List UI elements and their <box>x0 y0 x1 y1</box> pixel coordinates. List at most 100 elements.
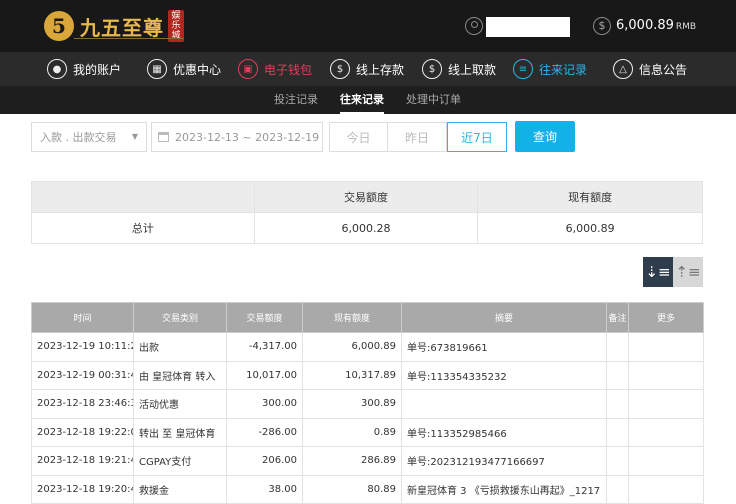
cell-amount: 10,017.00 <box>226 360 303 390</box>
cell-type: 救援金 <box>133 474 227 504</box>
col-remark[interactable]: 备注 <box>606 302 629 333</box>
header-balance: 6,000.89 RMB <box>616 18 696 33</box>
nav-label: 线上存款 <box>356 62 405 77</box>
nav-promotions[interactable]: ▦ 优惠中心 <box>147 52 221 86</box>
col-more[interactable]: 更多 <box>628 302 704 333</box>
cell-summary: 单号:113354335232 <box>401 360 607 390</box>
nav-deposit[interactable]: $ 线上存款 <box>330 52 404 86</box>
balance-value: 6,000.89 <box>616 18 674 33</box>
cell-remark <box>606 389 629 419</box>
cell-time: 2023-12-19 10:11:29 <box>31 332 134 362</box>
cell-more <box>628 474 704 504</box>
balance-currency: RMB <box>675 22 697 32</box>
records-table: 时间 交易类别 交易额度 现有额度 摘要 备注 更多 2023-12-19 10… <box>31 302 704 504</box>
sort-asc-icon[interactable]: ⇡≡ <box>673 257 703 287</box>
table-row: 2023-12-18 19:22:09 转出 至 皇冠体育 -286.00 0.… <box>31 417 704 447</box>
cell-summary <box>401 389 607 419</box>
cell-type: 转出 至 皇冠体育 <box>133 417 227 447</box>
records-header-row: 时间 交易类别 交易额度 现有额度 摘要 备注 更多 <box>31 302 704 333</box>
today-button[interactable]: 今日 <box>329 122 388 152</box>
cell-amount: -4,317.00 <box>226 332 303 362</box>
table-row: 2023-12-18 23:46:31 活动优惠 300.00 300.89 <box>31 389 704 419</box>
summary-header-balance: 现有额度 <box>477 181 703 213</box>
cell-balance: 300.89 <box>302 389 402 419</box>
cell-more <box>628 389 704 419</box>
nav-announcements[interactable]: △ 信息公告 <box>613 52 687 86</box>
col-amount[interactable]: 交易额度 <box>226 302 303 333</box>
cell-balance: 80.89 <box>302 474 402 504</box>
table-row: 2023-12-18 19:20:42 救援金 38.00 80.89 新皇冠体… <box>31 474 704 504</box>
cell-balance: 10,317.89 <box>302 360 402 390</box>
cell-amount: -286.00 <box>226 417 303 447</box>
cell-remark <box>606 474 629 504</box>
tab-transaction-records[interactable]: 往来记录 <box>340 86 384 114</box>
calendar-icon <box>158 132 169 142</box>
summary-total-label: 总计 <box>31 212 255 244</box>
col-type[interactable]: 交易类别 <box>133 302 227 333</box>
nav-label: 往来记录 <box>539 62 588 77</box>
username-redacted <box>486 17 570 37</box>
table-row: 2023-12-19 10:11:29 出款 -4,317.00 6,000.8… <box>31 332 704 362</box>
date-range-input[interactable]: 2023-12-13 ~ 2023-12-19 <box>151 122 323 152</box>
cell-balance: 0.89 <box>302 417 402 447</box>
cell-balance: 6,000.89 <box>302 332 402 362</box>
transaction-type-select[interactable]: 入款 . 出款交易 ▼ <box>31 122 147 152</box>
cell-time: 2023-12-18 19:21:49 <box>31 446 134 476</box>
sub-nav: 投注记录 往来记录 处理中订单 <box>0 86 736 114</box>
cell-amount: 38.00 <box>226 474 303 504</box>
logo-mark: 5 <box>44 11 74 41</box>
transaction-type-value: 入款 . 出款交易 <box>40 131 117 144</box>
withdraw-icon: $ <box>422 59 442 79</box>
cell-balance: 286.89 <box>302 446 402 476</box>
tab-bet-records[interactable]: 投注记录 <box>274 86 318 114</box>
coin-icon: $ <box>593 17 611 35</box>
deposit-icon: $ <box>330 59 350 79</box>
chevron-down-icon: ▼ <box>131 132 138 141</box>
cell-remark <box>606 446 629 476</box>
nav-label: 线上取款 <box>448 62 497 77</box>
cell-summary: 新皇冠体育 3 《亏损救援东山再起》_1217 <box>401 474 607 504</box>
cell-summary: 单号:673819661 <box>401 332 607 362</box>
yesterday-button[interactable]: 昨日 <box>388 122 447 152</box>
cell-more <box>628 446 704 476</box>
cell-more <box>628 417 704 447</box>
main-nav: ● 我的账户 ▦ 优惠中心 ▣ 电子钱包 $ 线上存款 $ 线上取款 ≡ 往来记录 △ 信息公… <box>0 52 736 86</box>
logo-ornament <box>74 38 184 44</box>
nav-label: 电子钱包 <box>264 62 313 77</box>
summary-total-balance: 6,000.89 <box>477 212 703 244</box>
cell-type: 由 皇冠体育 转入 <box>133 360 227 390</box>
tab-pending-orders[interactable]: 处理中订单 <box>406 86 461 114</box>
cell-type: CGPAY支付 <box>133 446 227 476</box>
cell-remark <box>606 332 629 362</box>
table-row: 2023-12-18 19:21:49 CGPAY支付 206.00 286.8… <box>31 446 704 476</box>
col-summary[interactable]: 摘要 <box>401 302 607 333</box>
nav-e-wallet[interactable]: ▣ 电子钱包 <box>238 52 312 86</box>
cell-remark <box>606 417 629 447</box>
user-icon <box>465 17 483 35</box>
nav-label: 我的账户 <box>73 62 122 77</box>
nav-withdraw[interactable]: $ 线上取款 <box>422 52 496 86</box>
table-row: 2023-12-19 00:31:40 由 皇冠体育 转入 10,017.00 … <box>31 360 704 390</box>
summary-header-row: 交易额度 现有额度 <box>31 181 703 213</box>
cell-type: 出款 <box>133 332 227 362</box>
summary-header-trade: 交易额度 <box>253 181 479 213</box>
cell-time: 2023-12-18 19:22:09 <box>31 417 134 447</box>
cell-more <box>628 360 704 390</box>
col-balance[interactable]: 现有额度 <box>302 302 402 333</box>
cell-summary: 单号:113352985466 <box>401 417 607 447</box>
summary-total-trade: 6,000.28 <box>253 212 479 244</box>
top-header: 5 九五至尊 娱乐城 $ 6,000.89 RMB <box>0 0 736 52</box>
cell-type: 活动优惠 <box>133 389 227 419</box>
cell-summary: 单号:202312193477166697 <box>401 446 607 476</box>
sort-desc-icon[interactable]: ⇣≡ <box>643 257 673 287</box>
records-icon: ≡ <box>513 59 533 79</box>
nav-label: 优惠中心 <box>173 62 222 77</box>
last-7-days-button[interactable]: 近7日 <box>447 122 507 152</box>
col-time[interactable]: 时间 <box>31 302 134 333</box>
sort-controls: ⇣≡ ⇡≡ <box>643 257 703 287</box>
search-button[interactable]: 查询 <box>515 121 575 152</box>
nav-my-account[interactable]: ● 我的账户 <box>47 52 121 86</box>
cell-amount: 300.00 <box>226 389 303 419</box>
cell-time: 2023-12-18 23:46:31 <box>31 389 134 419</box>
nav-records[interactable]: ≡ 往来记录 <box>513 52 587 86</box>
